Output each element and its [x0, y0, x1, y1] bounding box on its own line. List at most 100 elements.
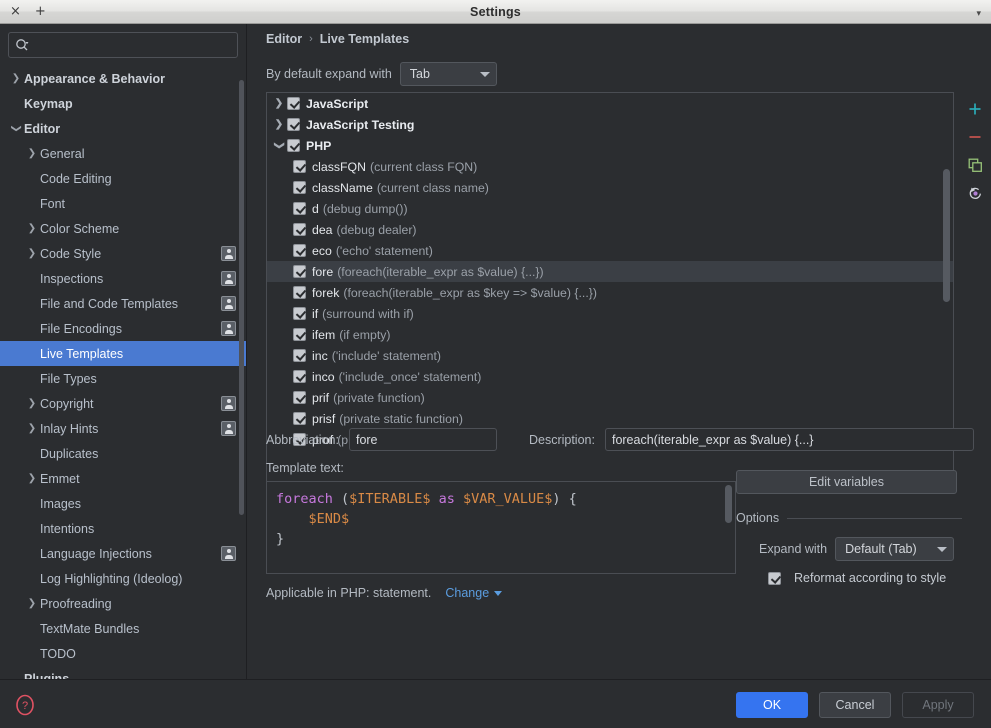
template-checkbox[interactable] [293, 202, 306, 215]
sidebar-item-file-and-code-templates[interactable]: File and Code Templates [0, 291, 246, 316]
sidebar-item-textmate-bundles[interactable]: TextMate Bundles [0, 616, 246, 641]
change-context-link[interactable]: Change [445, 586, 503, 600]
chevron-right-icon[interactable]: ❯ [8, 73, 24, 84]
template-row[interactable]: forek (foreach(iterable_expr as $key => $… [267, 282, 953, 303]
template-row[interactable]: ❯ JavaScript [267, 93, 953, 114]
template-checkbox[interactable] [293, 328, 306, 341]
chevron-right-icon[interactable]: ❯ [24, 248, 40, 259]
template-checkbox[interactable] [293, 223, 306, 236]
template-checkbox[interactable] [293, 391, 306, 404]
template-row[interactable]: fore (foreach(iterable_expr as $value) {.… [267, 261, 953, 282]
template-checkbox[interactable] [293, 244, 306, 257]
reformat-checkbox[interactable] [768, 571, 781, 585]
chevron-right-icon[interactable]: ❯ [24, 473, 40, 484]
reformat-row[interactable]: Reformat according to style [736, 571, 962, 585]
sidebar-item-proofreading[interactable]: ❯ Proofreading [0, 591, 246, 616]
template-checkbox[interactable] [293, 307, 306, 320]
apply-button[interactable]: Apply [902, 692, 974, 718]
template-checkbox[interactable] [287, 139, 300, 152]
search-input[interactable] [33, 38, 231, 52]
template-checkbox[interactable] [293, 160, 306, 173]
sidebar-item-file-types[interactable]: File Types [0, 366, 246, 391]
template-row[interactable]: ❯ JavaScript Testing [267, 114, 953, 135]
chevron-down-icon[interactable]: ❯ [274, 138, 285, 154]
sidebar-item-images[interactable]: Images [0, 491, 246, 516]
add-template-button[interactable] [964, 98, 986, 120]
window-menu-caret-icon[interactable]: ▾ [976, 8, 981, 18]
expand-with-dropdown[interactable]: Default (Tab) [835, 537, 955, 561]
template-description: (private static function) [339, 411, 463, 426]
template-row[interactable]: ❯ PHP [267, 135, 953, 156]
chevron-right-icon[interactable]: ❯ [24, 598, 40, 609]
duplicate-template-button[interactable] [964, 154, 986, 176]
close-icon[interactable]: × [10, 5, 21, 18]
breadcrumb-parent[interactable]: Editor [266, 32, 302, 46]
sidebar-item-editor[interactable]: ❯ Editor [0, 116, 246, 141]
remove-template-button[interactable] [964, 126, 986, 148]
sidebar-item-general[interactable]: ❯ General [0, 141, 246, 166]
templates-list[interactable]: ❯ JavaScript ❯ JavaScript Testing ❯ PHP classF… [266, 92, 954, 484]
title-bar-right-controls[interactable]: ▾ [871, 3, 991, 21]
template-text-editor[interactable]: foreach ($ITERABLE$ as $VAR_VALUE$) { $E… [266, 481, 736, 574]
template-row[interactable]: ifem (if empty) [267, 324, 953, 345]
template-row[interactable]: dea (debug dealer) [267, 219, 953, 240]
user-scope-icon [221, 546, 236, 561]
template-checkbox[interactable] [293, 412, 306, 425]
template-row[interactable]: eco ('echo' statement) [267, 240, 953, 261]
abbreviation-input[interactable] [348, 428, 497, 451]
templates-list-scrollbar[interactable] [943, 169, 950, 302]
restore-defaults-button[interactable] [964, 182, 986, 204]
description-input[interactable] [604, 428, 974, 451]
sidebar-item-color-scheme[interactable]: ❯ Color Scheme [0, 216, 246, 241]
edit-variables-button[interactable]: Edit variables [736, 470, 957, 494]
template-row[interactable]: prisf (private static function) [267, 408, 953, 429]
template-row[interactable]: inc ('include' statement) [267, 345, 953, 366]
chevron-right-icon[interactable]: ❯ [271, 119, 287, 130]
sidebar-item-font[interactable]: Font [0, 191, 246, 216]
ok-button[interactable]: OK [736, 692, 808, 718]
template-row[interactable]: prif (private function) [267, 387, 953, 408]
help-button[interactable]: ? [14, 694, 36, 716]
template-row[interactable]: className (current class name) [267, 177, 953, 198]
chevron-right-icon[interactable]: ❯ [24, 398, 40, 409]
sidebar-item-code-style[interactable]: ❯ Code Style [0, 241, 246, 266]
sidebar-item-todo[interactable]: TODO [0, 641, 246, 666]
sidebar-item-language-injections[interactable]: Language Injections [0, 541, 246, 566]
default-expand-dropdown[interactable]: Tab [399, 62, 497, 86]
sidebar-item-copyright[interactable]: ❯ Copyright [0, 391, 246, 416]
sidebar-item-appearance-behavior[interactable]: ❯ Appearance & Behavior [0, 66, 246, 91]
template-row[interactable]: d (debug dump()) [267, 198, 953, 219]
sidebar-scrollbar[interactable] [239, 80, 244, 515]
template-text-scrollbar[interactable] [725, 485, 732, 523]
chevron-right-icon[interactable]: ❯ [24, 148, 40, 159]
cancel-button[interactable]: Cancel [819, 692, 891, 718]
sidebar-item-code-editing[interactable]: Code Editing [0, 166, 246, 191]
template-row[interactable]: inco ('include_once' statement) [267, 366, 953, 387]
template-checkbox[interactable] [287, 97, 300, 110]
sidebar-item-log-highlighting-ideolog[interactable]: Log Highlighting (Ideolog) [0, 566, 246, 591]
sidebar-item-keymap[interactable]: Keymap [0, 91, 246, 116]
chevron-down-icon[interactable]: ❯ [11, 121, 22, 137]
sidebar-item-emmet[interactable]: ❯ Emmet [0, 466, 246, 491]
sidebar-item-plugins[interactable]: Plugins [0, 666, 246, 680]
template-row[interactable]: if (surround with if) [267, 303, 953, 324]
template-row[interactable]: classFQN (current class FQN) [267, 156, 953, 177]
chevron-right-icon[interactable]: ❯ [271, 98, 287, 109]
template-checkbox[interactable] [293, 286, 306, 299]
sidebar-item-inspections[interactable]: Inspections [0, 266, 246, 291]
search-box[interactable] [8, 32, 238, 58]
sidebar-item-file-encodings[interactable]: File Encodings [0, 316, 246, 341]
sidebar-item-duplicates[interactable]: Duplicates [0, 441, 246, 466]
chevron-right-icon[interactable]: ❯ [24, 423, 40, 434]
chevron-right-icon[interactable]: ❯ [24, 223, 40, 234]
sidebar-item-live-templates[interactable]: Live Templates [0, 341, 246, 366]
template-checkbox[interactable] [287, 118, 300, 131]
template-checkbox[interactable] [293, 181, 306, 194]
template-checkbox[interactable] [293, 265, 306, 278]
sidebar-item-inlay-hints[interactable]: ❯ Inlay Hints [0, 416, 246, 441]
new-tab-icon[interactable]: + [35, 5, 46, 18]
template-checkbox[interactable] [293, 370, 306, 383]
template-checkbox[interactable] [293, 349, 306, 362]
user-scope-icon [221, 271, 236, 286]
sidebar-item-intentions[interactable]: Intentions [0, 516, 246, 541]
